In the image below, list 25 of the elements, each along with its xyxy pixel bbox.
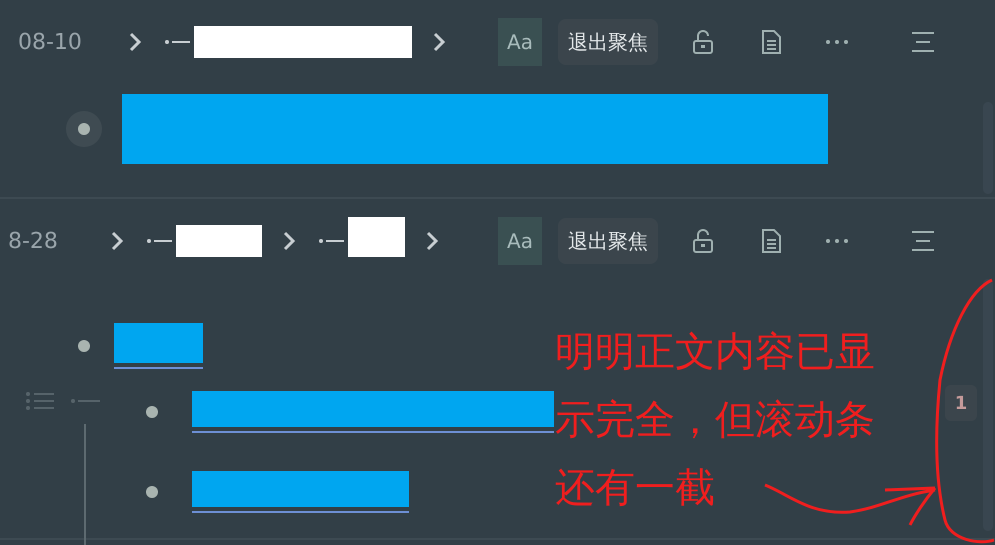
chevron-right-icon[interactable] [432,32,446,52]
font-button[interactable]: Aa [498,18,542,66]
list-bullet[interactable] [66,111,102,147]
scrollbar[interactable] [983,279,993,531]
unlock-icon[interactable] [690,228,716,254]
list-bullet[interactable] [146,486,158,498]
menu-icon[interactable] [910,29,936,55]
bullet-dash-icon[interactable] [318,238,344,244]
list-bullet[interactable] [146,406,158,418]
bullet-dash-icon[interactable] [146,238,172,244]
unlock-icon[interactable] [690,29,716,55]
exit-focus-button[interactable]: 退出聚焦 [558,218,658,264]
chevron-right-icon[interactable] [128,32,142,52]
scroll-badge[interactable]: 1 [945,385,977,421]
exit-focus-button[interactable]: 退出聚焦 [558,19,658,65]
date-label: 08-10 [18,28,83,56]
date-label: 8-28 [8,228,59,256]
list-bullet[interactable] [78,340,90,352]
chevron-right-icon[interactable] [110,231,124,251]
chevron-right-icon[interactable] [282,231,296,251]
menu-icon[interactable] [910,228,936,254]
chevron-right-icon[interactable] [425,231,439,251]
bullet-dash-icon[interactable] [164,39,190,45]
font-button[interactable]: Aa [498,217,542,265]
annotation-text: 明明正文内容已显 示完全，但滚动条 还有一截 [555,328,875,513]
